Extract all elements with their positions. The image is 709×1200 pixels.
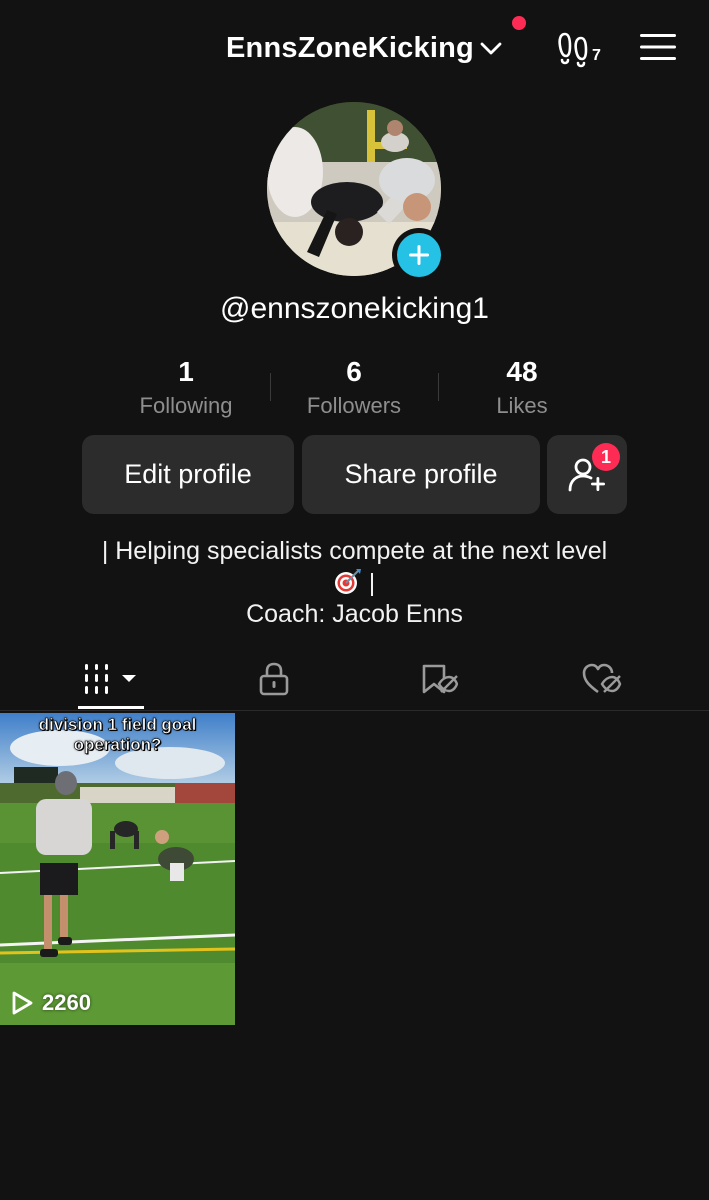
tab-videos[interactable] xyxy=(22,650,199,708)
stat-followers-label: Followers xyxy=(306,393,402,418)
video-caption-line-2: operation? xyxy=(73,735,162,755)
profile-handle: @ennszonekicking1 xyxy=(220,292,489,325)
plus-icon xyxy=(409,245,429,265)
stat-likes-label: Likes xyxy=(496,393,548,418)
bio-line-3: Coach: Jacob Enns xyxy=(246,600,463,628)
tab-private[interactable] xyxy=(185,650,362,708)
tabs-divider xyxy=(0,710,709,711)
profile-bio: | Helping specialists compete at the nex… xyxy=(0,536,709,630)
video-view-count-value: 2260 xyxy=(42,990,91,1015)
top-bar: EnnsZoneKicking 7 xyxy=(0,0,709,95)
videos-grid-icon xyxy=(84,664,136,694)
stat-divider xyxy=(438,373,439,401)
video-view-count: 2260 xyxy=(10,990,91,1016)
video-thumbnail-image xyxy=(0,713,235,1025)
stat-followers[interactable]: 6 Followers xyxy=(270,355,438,425)
play-icon xyxy=(12,991,33,1015)
account-switcher[interactable]: EnnsZoneKicking xyxy=(226,28,503,68)
hamburger-menu-icon xyxy=(640,34,676,60)
stat-following-value: 1 xyxy=(178,356,194,387)
video-caption-line-1: division 1 field goal xyxy=(38,715,197,735)
account-username: EnnsZoneKicking xyxy=(226,31,474,64)
content-tabs xyxy=(0,650,709,710)
footprints-icon xyxy=(558,32,588,68)
edit-profile-button[interactable]: Edit profile xyxy=(82,435,294,514)
add-avatar-circle xyxy=(397,233,441,277)
stat-divider xyxy=(270,373,271,401)
active-tab-indicator xyxy=(78,706,144,709)
stat-following[interactable]: 1 Following xyxy=(102,355,270,425)
stat-likes[interactable]: 48 Likes xyxy=(438,355,606,425)
favorites-hidden-icon xyxy=(422,664,458,694)
video-thumbnail[interactable]: division 1 field goal operation? xyxy=(0,713,235,1025)
liked-hidden-icon xyxy=(582,663,621,694)
chevron-down-icon xyxy=(480,42,502,55)
bio-line-2: | xyxy=(0,567,709,599)
profile-page: EnnsZoneKicking 7 @ennszonekicking1 1 Fo… xyxy=(0,0,709,1200)
stat-likes-value: 48 xyxy=(506,356,538,387)
lock-icon xyxy=(259,662,288,696)
direct-hit-icon xyxy=(334,569,361,594)
profile-views-count: 7 xyxy=(592,47,601,64)
bio-line-2-suffix: | xyxy=(361,569,376,597)
stat-followers-value: 6 xyxy=(346,356,362,387)
profile-stats: 1 Following 6 Followers 48 Likes xyxy=(102,355,606,425)
notification-dot xyxy=(512,16,526,30)
tab-liked[interactable] xyxy=(513,650,690,708)
share-profile-button[interactable]: Share profile xyxy=(302,435,540,514)
bio-line-1: | Helping specialists compete at the nex… xyxy=(101,537,608,565)
friend-requests-badge: 1 xyxy=(592,443,620,471)
stat-following-label: Following xyxy=(139,393,233,418)
add-avatar-button[interactable] xyxy=(392,228,446,282)
menu-button[interactable] xyxy=(640,33,676,61)
video-caption: division 1 field goal operation? xyxy=(0,715,235,755)
tab-favorites[interactable] xyxy=(350,650,527,708)
